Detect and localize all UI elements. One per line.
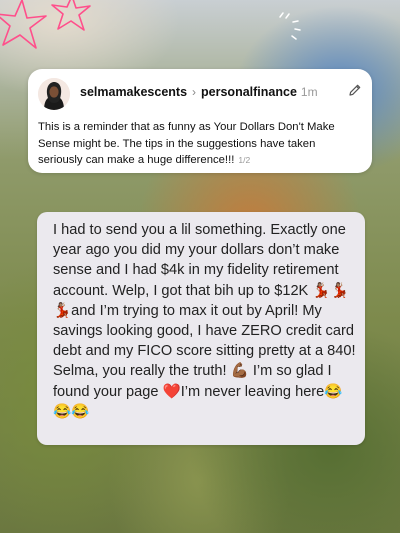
message-text: I had to send you a lil something. Exact… [53, 222, 356, 420]
sparkle-lines-icon [279, 12, 301, 40]
avatar[interactable] [38, 78, 70, 110]
community-name[interactable]: personalfinance [201, 85, 297, 99]
post-body: This is a reminder that as funny as Your… [38, 119, 360, 169]
username[interactable]: selmamakescents [80, 85, 187, 99]
pencil-icon[interactable] [348, 83, 362, 97]
post-text: This is a reminder that as funny as Your… [38, 121, 335, 166]
post-header: selmamakescents › personalfinance 1m [80, 85, 318, 99]
post-card[interactable]: selmamakescents › personalfinance 1m Thi… [28, 69, 372, 173]
chevron-right-icon: › [192, 85, 197, 99]
post-time: 1m [300, 85, 318, 99]
message-bubble: I had to send you a lil something. Exact… [37, 212, 365, 445]
page-indicator: 1/2 [238, 155, 251, 165]
